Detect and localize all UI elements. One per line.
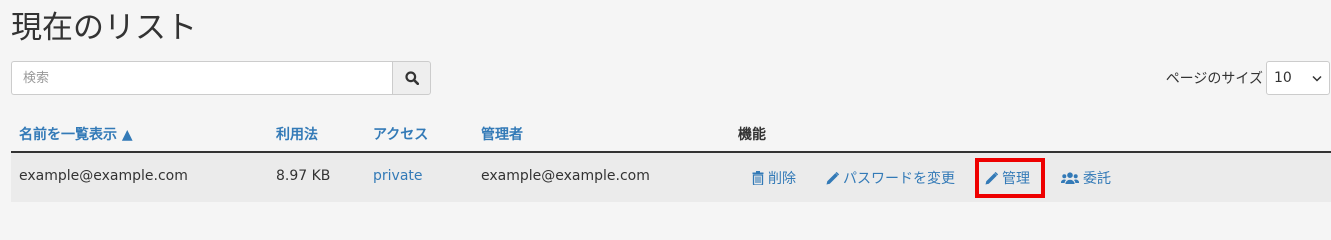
change-password-button[interactable]: パスワードを変更 [826, 168, 955, 188]
pencil-icon [985, 171, 998, 184]
access-link[interactable]: private [373, 168, 423, 184]
search-group [11, 61, 431, 95]
page-size-control: ページのサイズ 10 [1166, 61, 1330, 95]
delete-button[interactable]: 削除 [752, 168, 796, 188]
manage-button[interactable]: 管理 [985, 168, 1030, 188]
table-header: 名前を一覧表示 ▲ 利用法 アクセス 管理者 機能 [11, 118, 1331, 153]
delete-label: 削除 [768, 171, 796, 187]
column-header-functions: 機能 [738, 127, 766, 143]
page-title: 現在のリスト [11, 10, 197, 46]
lists-table: 名前を一覧表示 ▲ 利用法 アクセス 管理者 機能 example@exampl… [11, 118, 1331, 202]
admin-cell: example@example.com [481, 168, 650, 184]
delegate-label: 委託 [1083, 171, 1111, 187]
pencil-icon [826, 171, 839, 184]
column-header-access[interactable]: アクセス [373, 124, 428, 144]
page-size-select[interactable]: 10 [1266, 61, 1330, 95]
trash-icon [752, 171, 764, 185]
chevron-down-icon [1312, 75, 1322, 82]
manage-label: 管理 [1002, 171, 1030, 187]
column-header-name[interactable]: 名前を一覧表示 ▲ [19, 124, 133, 144]
column-header-usage[interactable]: 利用法 [276, 124, 318, 144]
change-password-label: パスワードを変更 [843, 171, 955, 187]
search-icon [404, 71, 419, 85]
page-size-label: ページのサイズ [1165, 71, 1263, 87]
search-button[interactable] [392, 61, 431, 95]
column-header-admin[interactable]: 管理者 [481, 124, 523, 144]
usage-cell: 8.97 KB [276, 168, 331, 184]
list-name-cell: example@example.com [19, 168, 188, 184]
table-row: example@example.com 8.97 KB private exam… [11, 153, 1331, 202]
page-size-value: 10 [1274, 70, 1292, 86]
users-icon [1061, 171, 1079, 184]
search-input[interactable] [11, 61, 392, 95]
delegate-button[interactable]: 委託 [1061, 168, 1111, 188]
